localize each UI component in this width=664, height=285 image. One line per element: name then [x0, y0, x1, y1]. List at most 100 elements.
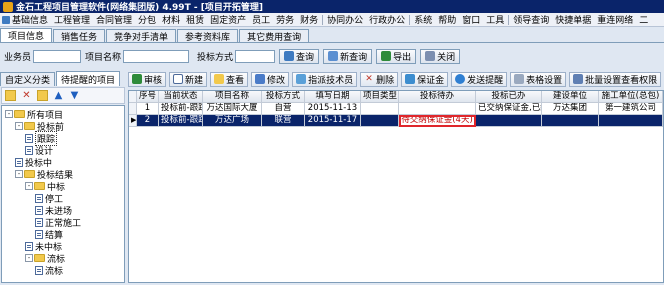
row-indicator — [129, 103, 137, 115]
menu-item-help[interactable]: 帮助 — [435, 13, 459, 26]
menu-item-labor[interactable]: 劳务 — [273, 13, 297, 26]
send-reminder-button[interactable]: 发送提醒 — [451, 71, 508, 87]
folder-edit-icon[interactable] — [37, 90, 48, 101]
row-pointer-icon: ▶ — [129, 115, 137, 127]
arrow-down-icon[interactable]: ▼ — [69, 90, 80, 101]
tab-custom-category[interactable]: 自定义分类 — [0, 72, 56, 86]
tab-competitors[interactable]: 竞争对手清单 — [106, 29, 177, 43]
approve-icon — [132, 74, 142, 84]
new-query-button[interactable]: 新查询 — [323, 48, 373, 64]
tree-node[interactable]: - 所有项目 — [5, 109, 63, 121]
export-button[interactable]: 导出 — [376, 48, 417, 64]
menu-item-leader-query[interactable]: 领导查询 — [510, 13, 552, 26]
column-header[interactable]: 序号 — [137, 91, 159, 103]
menu-item-overflow[interactable]: 二 — [636, 13, 651, 26]
edit-button[interactable]: 修改 — [251, 71, 290, 87]
search-bar: 业务员 项目名称 投标方式 查询 新查询 导出 关闭 — [0, 45, 664, 67]
tree-node[interactable]: 流标 — [35, 265, 63, 277]
menu-item-subcontract[interactable]: 分包 — [135, 13, 159, 26]
collapse-icon[interactable]: - — [5, 110, 13, 118]
cell-index: 1 — [137, 103, 159, 115]
collapse-icon[interactable]: - — [25, 182, 33, 190]
tree-node[interactable]: 结算 — [35, 229, 63, 241]
column-header[interactable]: 填写日期 — [305, 91, 361, 103]
column-header[interactable]: 施工单位(总包) — [599, 91, 663, 103]
collapse-icon[interactable]: - — [15, 170, 23, 178]
tree-node[interactable]: - 流标 — [25, 253, 65, 265]
view-button[interactable]: 查看 — [210, 71, 249, 87]
staff-field[interactable] — [33, 49, 82, 63]
tree-node[interactable]: 设计 — [25, 145, 53, 157]
cell-status: 投标前-跟踪 — [159, 103, 203, 115]
table-settings-button[interactable]: 表格设置 — [510, 71, 567, 87]
new-document-icon — [173, 74, 184, 84]
assign-user-icon — [296, 74, 307, 84]
project-name-field[interactable] — [123, 49, 190, 63]
column-header[interactable]: 投标已办 — [476, 91, 542, 103]
column-header[interactable]: 建设单位 — [542, 91, 599, 103]
folder-add-icon[interactable] — [5, 90, 16, 101]
tree-node[interactable]: 正常施工 — [35, 217, 81, 229]
tab-reference-library[interactable]: 参考资料库 — [177, 29, 239, 43]
tree-node[interactable]: - 中标 — [25, 181, 65, 193]
menu-item-finance[interactable]: 财务 — [297, 13, 321, 26]
close-button[interactable]: 关闭 — [420, 48, 461, 64]
table-row-selected[interactable]: ▶ 2 投标前-跟踪 万达广场 联营 2015-11-17 待交纳保证金(4天) — [129, 115, 663, 127]
cell-bid-todo-highlighted[interactable]: 待交纳保证金(4天) — [399, 115, 476, 127]
menu-item-lease[interactable]: 租赁 — [183, 13, 207, 26]
menu-separator — [508, 14, 510, 25]
menu-item-window[interactable]: 窗口 — [459, 13, 483, 26]
menu-item-quick-docs[interactable]: 快捷单据 — [552, 13, 594, 26]
bid-method-select[interactable] — [235, 49, 276, 63]
document-icon — [35, 205, 43, 215]
menu-item-tools[interactable]: 工具 — [483, 13, 507, 26]
menu-item-staff[interactable]: 员工 — [249, 13, 273, 26]
tree-node[interactable]: 停工 — [35, 193, 63, 205]
delete-button[interactable]: ✕ 删除 — [360, 71, 399, 87]
new-button[interactable]: 新建 — [169, 71, 208, 87]
tree-node[interactable]: - 投标前 — [15, 121, 64, 133]
tree-node[interactable]: 未进场 — [35, 205, 72, 217]
cell-status: 投标前-跟踪 — [159, 115, 203, 127]
assign-technician-button[interactable]: 指派技术员 — [292, 71, 358, 87]
collapse-icon[interactable]: - — [25, 254, 33, 262]
menu-icon — [2, 15, 10, 24]
tab-other-expenses[interactable]: 其它费用查询 — [239, 29, 310, 43]
window-title-bar: 金石工程项目管理软件(网络集团版) 4.99T - [项目开拓管理] — [0, 0, 664, 13]
arrow-up-icon[interactable]: ▲ — [53, 90, 64, 101]
tree-node[interactable]: 跟踪 — [25, 130, 58, 146]
menu-item-system[interactable]: 系统 — [411, 13, 435, 26]
menu-item-fixed-assets[interactable]: 固定资产 — [207, 13, 249, 26]
tab-sales-tasks[interactable]: 销售任务 — [53, 29, 106, 43]
menu-item-reconnect[interactable]: 重连网络 — [594, 13, 636, 26]
column-header[interactable]: 项目类型 — [361, 91, 399, 103]
column-header[interactable]: 项目名称 — [203, 91, 262, 103]
search-icon — [284, 51, 295, 61]
menu-item-basic-info[interactable]: 基础信息 — [0, 13, 51, 26]
view-icon — [214, 74, 225, 84]
tree-node[interactable]: 投标中 — [15, 157, 52, 169]
column-header[interactable]: 投标待办 — [399, 91, 476, 103]
table-row[interactable]: 1 投标前-跟踪 万达国际大厦 自营 2015-11-13 已交纳保证金,已经 … — [129, 103, 663, 115]
menu-item-contract-mgmt[interactable]: 合同管理 — [93, 13, 135, 26]
cell-bid-done — [476, 115, 542, 127]
menu-item-collab-office[interactable]: 协同办公 — [324, 13, 366, 26]
column-header[interactable]: 当前状态 — [159, 91, 203, 103]
menu-item-project-mgmt[interactable]: 工程管理 — [51, 13, 93, 26]
batch-permissions-button[interactable]: 批量设置查看权限 — [569, 71, 662, 87]
tree-node[interactable]: 未中标 — [25, 241, 62, 253]
menu-item-admin-office[interactable]: 行政办公 — [366, 13, 408, 26]
tab-project-info[interactable]: 项目信息 — [0, 28, 53, 42]
tree-node[interactable]: - 投标结果 — [15, 169, 73, 181]
delete-icon[interactable]: ✕ — [21, 90, 32, 101]
deposit-button[interactable]: 保证金 — [401, 71, 449, 87]
approve-button[interactable]: 审核 — [128, 71, 167, 87]
search-icon — [328, 51, 339, 61]
query-button[interactable]: 查询 — [279, 48, 320, 64]
collapse-icon[interactable]: - — [15, 122, 23, 130]
menu-item-material[interactable]: 材料 — [159, 13, 183, 26]
column-header[interactable]: 投标方式 — [262, 91, 305, 103]
tab-pending-reminders[interactable]: 待提醒的项目 — [56, 71, 121, 86]
left-tab-strip: 自定义分类 待提醒的项目 — [0, 71, 125, 86]
row-indicator-header — [129, 91, 137, 103]
